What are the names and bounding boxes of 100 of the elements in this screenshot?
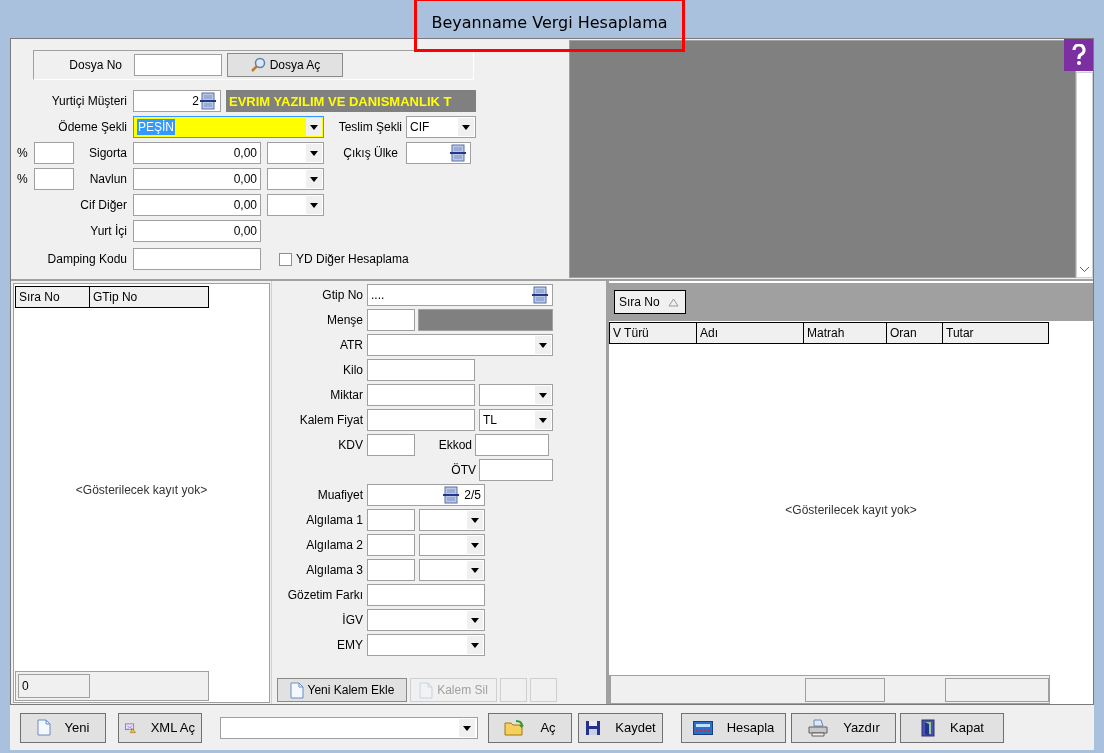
caret-icon[interactable] <box>306 196 322 214</box>
dropdown-field[interactable]: CIF <box>406 116 476 138</box>
input-field[interactable] <box>367 559 415 581</box>
caret-icon[interactable] <box>458 118 474 136</box>
list-icon[interactable] <box>449 144 467 162</box>
open-file-button[interactable]: Dosya Aç <box>227 53 343 77</box>
percent-input[interactable] <box>34 168 74 190</box>
column-header[interactable]: Adı <box>696 322 804 344</box>
help-button[interactable] <box>1064 39 1093 71</box>
amount-field[interactable]: 0,00 <box>133 142 261 164</box>
field-label: Kilo <box>342 363 363 377</box>
column-header[interactable]: Oran <box>886 322 943 344</box>
dropdown-field[interactable] <box>220 716 478 739</box>
dropdown-field[interactable] <box>419 534 485 556</box>
field-label: Algılama 1 <box>305 513 363 527</box>
dropdown-field[interactable] <box>419 559 485 581</box>
caret-icon[interactable] <box>459 718 475 737</box>
field-label: Algılama 3 <box>305 563 363 577</box>
input-field[interactable] <box>367 509 415 531</box>
dropdown-field[interactable] <box>367 334 553 356</box>
field-label: ÖTV <box>450 463 476 477</box>
dropdown-field[interactable] <box>267 194 324 216</box>
field-label: Ödeme Şekli <box>57 120 127 134</box>
group-by-chip[interactable]: Sıra No <box>614 290 686 314</box>
caret-icon[interactable] <box>535 386 551 404</box>
dropdown-field[interactable] <box>367 634 485 656</box>
chevron-down-icon[interactable] <box>1079 266 1090 273</box>
column-header[interactable]: Matrah <box>803 322 887 344</box>
field-label: Ekkod <box>437 438 472 452</box>
toolbar-button[interactable]: Yazdır <box>791 712 896 743</box>
input-field[interactable] <box>367 384 475 406</box>
toolbar-button[interactable]: XML Aç <box>118 712 202 743</box>
dropdown-field[interactable] <box>479 384 553 406</box>
caret-icon[interactable] <box>535 336 551 354</box>
dropdown-field[interactable]: TL <box>479 409 553 431</box>
add-item-button[interactable]: Yeni Kalem Ekle <box>277 678 407 702</box>
field-label: Yurt İçi <box>89 224 127 238</box>
toolbar-button[interactable]: Yeni <box>20 712 106 743</box>
field-label: Gözetim Farkı <box>286 588 363 602</box>
column-header[interactable]: GTip No <box>89 286 209 308</box>
field-label: ATR <box>338 338 363 352</box>
input-field[interactable] <box>367 359 475 381</box>
empty-message: <Gösterilecek kayıt yok> <box>785 502 917 517</box>
folder-icon <box>504 718 527 737</box>
input-field[interactable] <box>367 584 485 606</box>
counter-text: 2/5 <box>464 488 481 502</box>
search-icon <box>249 57 266 73</box>
checkbox[interactable] <box>279 252 292 266</box>
field-label: KDV <box>337 438 363 452</box>
toolbar-button[interactable]: Kapat <box>900 712 1004 743</box>
dropdown-field[interactable] <box>419 509 485 531</box>
caret-icon[interactable] <box>467 561 483 579</box>
dropdown-field[interactable] <box>267 142 324 164</box>
dropdown-field[interactable] <box>267 168 324 190</box>
checkbox-label: YD Diğer Hesaplama <box>296 252 409 266</box>
input-field[interactable] <box>475 434 549 456</box>
caret-icon[interactable] <box>535 411 551 429</box>
dropdown-field[interactable] <box>367 609 485 631</box>
scrollbar[interactable] <box>1076 72 1093 278</box>
amount-field[interactable]: 0,00 <box>133 220 261 242</box>
percent-input[interactable] <box>34 142 74 164</box>
door-icon <box>920 718 936 737</box>
caret-icon[interactable] <box>467 536 483 554</box>
caret-icon[interactable] <box>306 170 322 188</box>
column-header[interactable]: V Türü <box>609 322 697 344</box>
toolbar-button[interactable]: Aç <box>488 712 572 743</box>
input-field[interactable]: 2 <box>133 90 221 112</box>
input-field[interactable] <box>479 459 553 481</box>
list-icon[interactable] <box>442 486 461 504</box>
caret-icon[interactable] <box>467 636 483 654</box>
list-icon[interactable] <box>531 286 549 304</box>
list-icon[interactable] <box>199 92 217 110</box>
blank-button[interactable] <box>530 678 557 702</box>
percent-sign: % <box>17 146 29 160</box>
caret-icon[interactable] <box>306 144 322 162</box>
column-header[interactable]: Sıra No <box>15 286 90 308</box>
input-field[interactable] <box>406 142 471 164</box>
caret-icon[interactable] <box>467 511 483 529</box>
sort-triangle-icon <box>667 297 679 307</box>
column-header[interactable]: Tutar <box>942 322 1049 344</box>
blank-button[interactable] <box>500 678 527 702</box>
input-field[interactable]: .... <box>367 284 553 306</box>
caret-icon[interactable] <box>306 118 322 136</box>
amount-field[interactable]: 0,00 <box>133 168 261 190</box>
input-field[interactable] <box>134 54 222 76</box>
input-field[interactable]: 2/5 <box>367 484 485 506</box>
toolbar-button[interactable]: Hesapla <box>681 712 786 743</box>
field-label: Teslim Şekli <box>337 120 402 134</box>
field-label: Gtip No <box>321 288 363 302</box>
field-label: Algılama 2 <box>305 538 363 552</box>
input-field[interactable] <box>367 409 475 431</box>
input-field[interactable] <box>367 534 415 556</box>
input-field[interactable] <box>367 309 415 331</box>
input-field[interactable] <box>367 434 415 456</box>
toolbar-button[interactable]: Kaydet <box>578 712 663 743</box>
input-field[interactable] <box>133 248 261 270</box>
caret-icon[interactable] <box>467 611 483 629</box>
input-mask: .... <box>371 288 385 302</box>
printer-icon <box>807 718 830 737</box>
amount-field[interactable]: 0,00 <box>133 194 261 216</box>
